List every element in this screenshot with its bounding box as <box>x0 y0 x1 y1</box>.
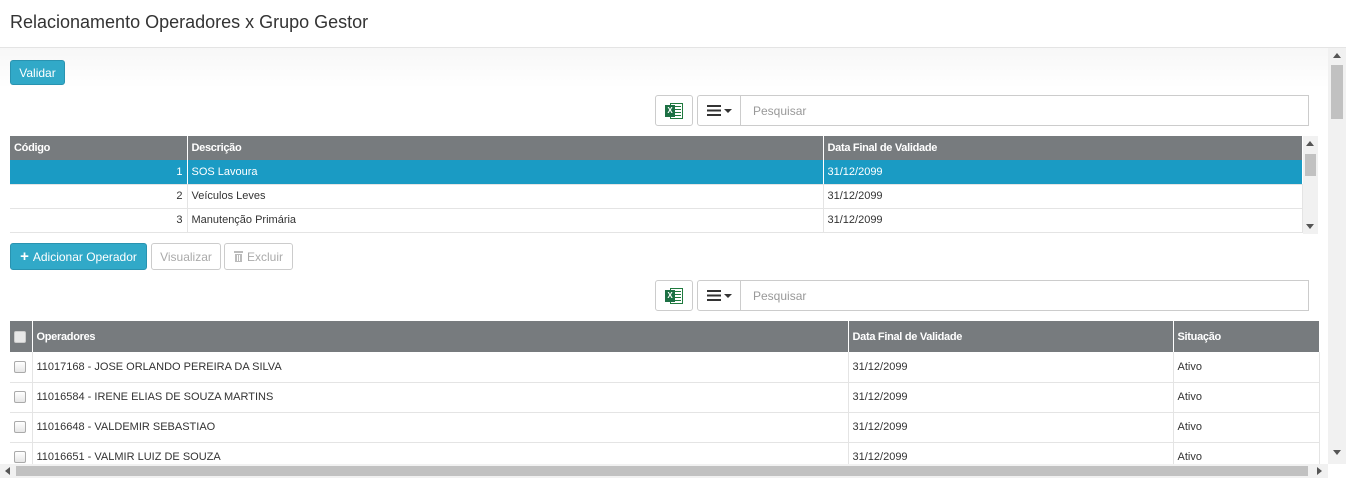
excel-icon: X <box>665 102 683 120</box>
select-all-checkbox[interactable] <box>14 330 26 343</box>
status-cell: Ativo <box>1173 352 1320 383</box>
row-checkbox[interactable] <box>14 391 26 404</box>
scroll-down-icon[interactable] <box>1333 450 1341 455</box>
table-row[interactable]: 1 SOS Lavoura 31/12/2099 <box>10 160 1303 185</box>
add-operator-label: Adicionar Operador <box>32 249 137 264</box>
page-title: Relacionamento Operadores x Grupo Gestor <box>10 12 369 32</box>
page-header: Relacionamento Operadores x Grupo Gestor <box>0 0 1346 48</box>
view-button[interactable]: Visualizar <box>151 243 221 270</box>
chevron-down-icon <box>723 108 732 113</box>
add-operator-button[interactable]: + Adicionar Operador <box>10 243 147 270</box>
groups-table-scrollbar[interactable] <box>1303 136 1318 234</box>
trash-icon <box>233 251 243 262</box>
column-header-end-date[interactable]: Data Final de Validade <box>848 321 1174 352</box>
row-select-cell[interactable] <box>10 352 33 383</box>
code-cell: 3 <box>10 208 188 233</box>
page-scroll-thumb[interactable] <box>1331 65 1343 119</box>
end-date-cell: 31/12/2099 <box>848 412 1174 443</box>
columns-menu-button-2[interactable] <box>697 280 741 311</box>
column-header-code[interactable]: Código <box>10 136 188 160</box>
scroll-thumb[interactable] <box>1305 154 1316 176</box>
end-date-cell: 31/12/2099 <box>823 184 1303 209</box>
scroll-left-icon[interactable] <box>5 467 10 475</box>
search-input-2[interactable] <box>741 280 1309 311</box>
status-cell: Ativo <box>1173 412 1320 443</box>
main-content: Validar X Código Descrição Data Final de… <box>0 48 1328 464</box>
row-select-cell[interactable] <box>10 442 33 464</box>
operator-cell: 11016648 - VALDEMIR SEBASTIAO <box>32 412 849 443</box>
scroll-right-icon[interactable] <box>1317 467 1322 475</box>
delete-button[interactable]: Excluir <box>224 243 293 270</box>
end-date-cell: 31/12/2099 <box>848 352 1174 383</box>
scroll-up-icon[interactable] <box>1333 53 1341 58</box>
page-horizontal-scrollbar[interactable] <box>0 464 1328 478</box>
table-row[interactable]: 3 Manutenção Primária 31/12/2099 <box>10 208 1303 233</box>
export-excel-button[interactable]: X <box>655 95 693 126</box>
chevron-down-icon <box>723 293 732 298</box>
operator-cell: 11016651 - VALMIR LUIZ DE SOUZA <box>32 442 849 464</box>
operators-table: Operadores Data Final de Validade Situaç… <box>10 321 1320 464</box>
code-cell: 2 <box>10 184 188 209</box>
row-select-cell[interactable] <box>10 412 33 443</box>
export-excel-button-2[interactable]: X <box>655 280 693 311</box>
groups-table: Código Descrição Data Final de Validade … <box>10 136 1303 233</box>
menu-icon <box>706 290 721 301</box>
search-input[interactable] <box>741 95 1309 126</box>
column-header-status[interactable]: Situação <box>1173 321 1320 352</box>
end-date-cell: 31/12/2099 <box>823 208 1303 233</box>
table-row[interactable]: 11016648 - VALDEMIR SEBASTIAO 31/12/2099 A… <box>10 412 1320 443</box>
column-header-operators[interactable]: Operadores <box>32 321 849 352</box>
table-row[interactable]: 11016584 - IRENE ELIAS DE SOUZA MARTINS 3… <box>10 382 1320 413</box>
select-all-cell[interactable] <box>10 321 33 352</box>
table-row[interactable]: 11017168 - JOSE ORLANDO PEREIRA DA SILVA… <box>10 352 1320 383</box>
end-date-cell: 31/12/2099 <box>848 442 1174 464</box>
status-cell: Ativo <box>1173 442 1320 464</box>
scroll-up-icon[interactable] <box>1306 141 1314 146</box>
table-row[interactable]: 2 Veículos Leves 31/12/2099 <box>10 184 1303 209</box>
row-checkbox[interactable] <box>14 421 26 434</box>
table-row[interactable]: 11016651 - VALMIR LUIZ DE SOUZA 31/12/209… <box>10 442 1320 464</box>
operator-cell: 11016584 - IRENE ELIAS DE SOUZA MARTINS <box>32 382 849 413</box>
operator-cell: 11017168 - JOSE ORLANDO PEREIRA DA SILVA <box>32 352 849 383</box>
delete-label: Excluir <box>246 249 283 264</box>
code-cell: 1 <box>10 160 188 185</box>
columns-menu-button[interactable] <box>697 95 741 126</box>
row-select-cell[interactable] <box>10 382 33 413</box>
page-hscroll-thumb[interactable] <box>16 466 1308 476</box>
status-cell: Ativo <box>1173 382 1320 413</box>
row-checkbox[interactable] <box>14 360 26 373</box>
end-date-cell: 31/12/2099 <box>848 382 1174 413</box>
menu-icon <box>706 105 721 116</box>
excel-icon: X <box>665 287 683 305</box>
column-header-description[interactable]: Descrição <box>187 136 824 160</box>
column-header-end-date[interactable]: Data Final de Validade <box>823 136 1303 160</box>
scroll-down-icon[interactable] <box>1306 224 1314 229</box>
plus-icon: + <box>20 248 29 265</box>
description-cell: Manutenção Primária <box>187 208 824 233</box>
row-checkbox[interactable] <box>14 451 26 464</box>
end-date-cell: 31/12/2099 <box>823 160 1303 185</box>
description-cell: SOS Lavoura <box>187 160 824 185</box>
page-vertical-scrollbar[interactable] <box>1328 48 1346 464</box>
description-cell: Veículos Leves <box>187 184 824 209</box>
validate-button[interactable]: Validar <box>10 60 65 85</box>
